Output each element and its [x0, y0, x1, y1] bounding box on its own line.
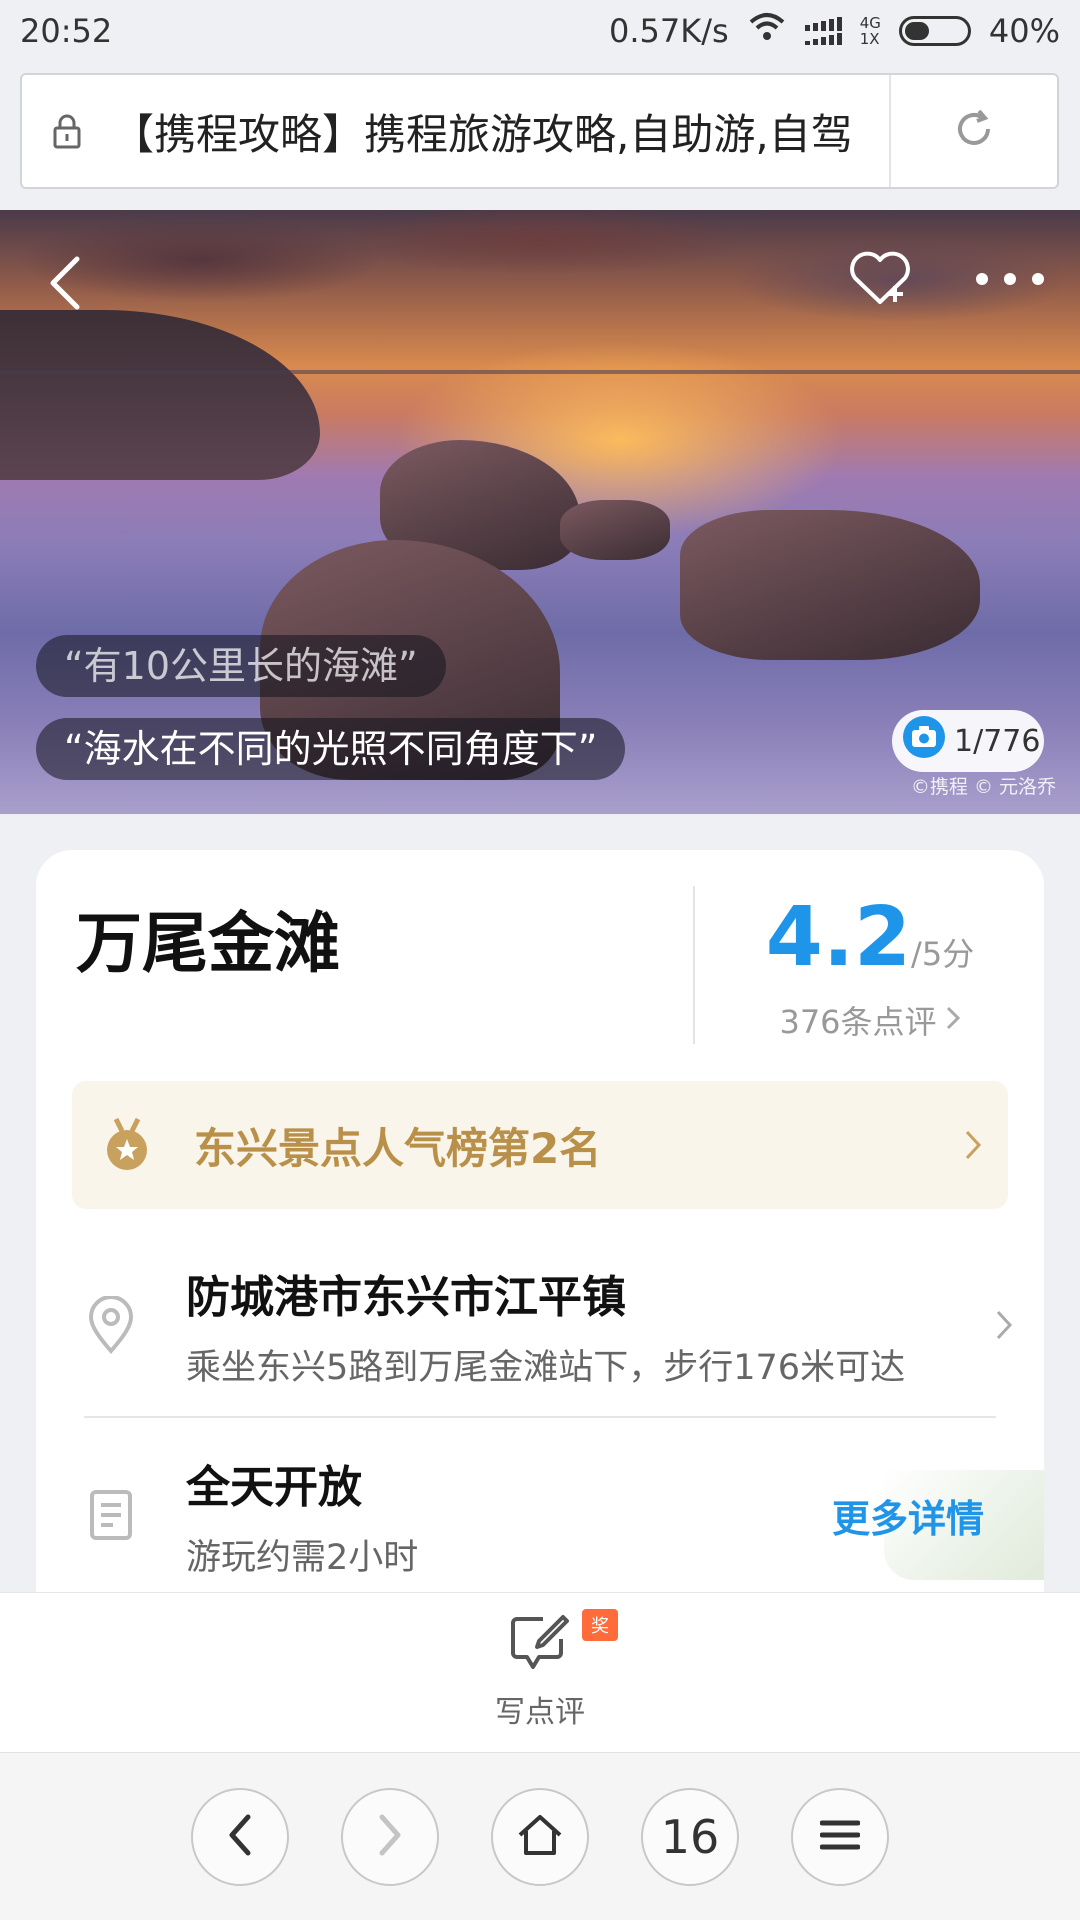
hero-horizon	[0, 370, 1080, 374]
photo-credit: ©携程 © 元洛乔	[910, 776, 1056, 798]
chevron-right-icon	[964, 1309, 1044, 1341]
more-details-link[interactable]: 更多详情	[832, 1488, 1044, 1543]
battery-icon	[898, 16, 971, 46]
tabs-button[interactable]: 16	[641, 1788, 739, 1886]
hours-row[interactable]: 全天开放 游玩约需2小时 更多详情	[36, 1450, 1044, 1580]
rank-text: 东兴景点人气榜第2名	[194, 1123, 602, 1173]
transport-text: 乘坐东兴5路到万尾金滩站下，步行176米可达	[186, 1347, 906, 1388]
photo-counter-text: 1/776	[954, 723, 1041, 759]
award-badge: 奖	[582, 1609, 618, 1641]
browser-back-button[interactable]	[191, 1788, 289, 1886]
screen: 20:52 0.57K/s 4G 1X 40% 【携程攻略】携程旅游攻略,自助游…	[0, 0, 1080, 1920]
hero-rock	[680, 510, 980, 660]
rating-box[interactable]: 4.2/5分 376条点评	[696, 890, 1044, 1043]
review-count-link[interactable]: 376条点评	[696, 997, 1044, 1043]
favorite-heart-icon	[847, 248, 913, 312]
camera-icon	[902, 715, 946, 767]
document-icon	[36, 1489, 186, 1541]
browser-nav-bar: 16	[0, 1752, 1080, 1920]
location-pin-icon	[36, 1296, 186, 1354]
address-bar[interactable]: 【携程攻略】携程旅游攻略,自助游,自驾	[20, 73, 1059, 189]
chevron-right-icon	[376, 1813, 404, 1861]
network-type: 4G 1X	[859, 14, 881, 48]
rating-score: 4.2	[765, 890, 912, 985]
status-indicators: 0.57K/s 4G 1X 40%	[609, 12, 1060, 50]
address-row[interactable]: 防城港市东兴市江平镇 乘坐东兴5路到万尾金滩站下，步行176米可达	[36, 1250, 1044, 1400]
edit-icon	[509, 1613, 571, 1677]
browser-forward-button[interactable]	[341, 1788, 439, 1886]
lock-icon	[22, 75, 112, 187]
tab-count: 16	[660, 1810, 720, 1864]
url-text[interactable]: 【携程攻略】携程旅游攻略,自助游,自驾	[112, 101, 889, 162]
divider	[84, 1416, 996, 1418]
action-bar: 写点评 奖	[0, 1592, 1080, 1752]
duration-text: 游玩约需2小时	[186, 1537, 419, 1578]
hero-quote: “有10公里长的海滩”	[36, 635, 446, 697]
reload-button[interactable]	[889, 75, 1057, 187]
battery-percent: 40%	[988, 12, 1060, 50]
more-dots-icon	[975, 271, 1045, 290]
hours-body: 全天开放 游玩约需2小时	[186, 1451, 832, 1580]
rating-line: 4.2/5分	[696, 890, 1044, 985]
medal-icon	[72, 1117, 182, 1173]
battery-level	[904, 22, 929, 40]
back-button[interactable]	[30, 240, 100, 330]
favorite-button[interactable]	[840, 240, 920, 320]
hours-text: 全天开放	[186, 1461, 362, 1513]
hero-quote: “海水在不同的光照不同角度下”	[36, 718, 626, 780]
wifi-icon	[747, 12, 787, 50]
menu-icon	[819, 1819, 861, 1855]
photo-counter[interactable]: 1/776	[892, 710, 1044, 772]
divider	[693, 886, 695, 1044]
reload-icon	[952, 107, 996, 155]
rank-banner[interactable]: 东兴景点人气榜第2名	[72, 1081, 1008, 1209]
more-button[interactable]	[970, 250, 1050, 310]
chevron-left-icon	[226, 1813, 254, 1861]
write-review-label: 写点评	[495, 1695, 585, 1730]
hero-photo[interactable]: “有10公里长的海滩” “海水在不同的光照不同角度下” 1/776 ©携程 © …	[0, 210, 1080, 814]
rating-suffix: /5分	[911, 935, 975, 973]
chevron-right-icon	[945, 1001, 961, 1039]
back-arrow-icon	[45, 253, 85, 317]
address-text: 防城港市东兴市江平镇	[186, 1271, 626, 1323]
signal-icon	[804, 17, 842, 45]
review-count: 376条点评	[779, 1003, 937, 1041]
status-time: 20:52	[20, 12, 113, 50]
chevron-right-icon	[938, 1129, 1008, 1161]
home-icon	[516, 1813, 564, 1861]
address-body: 防城港市东兴市江平镇 乘坐东兴5路到万尾金滩站下，步行176米可达	[186, 1261, 964, 1390]
home-button[interactable]	[491, 1788, 589, 1886]
net-speed: 0.57K/s	[609, 12, 729, 50]
status-bar: 20:52 0.57K/s 4G 1X 40%	[0, 0, 1080, 62]
poi-title: 万尾金滩	[76, 905, 340, 982]
menu-button[interactable]	[791, 1788, 889, 1886]
hero-rock	[560, 500, 670, 560]
